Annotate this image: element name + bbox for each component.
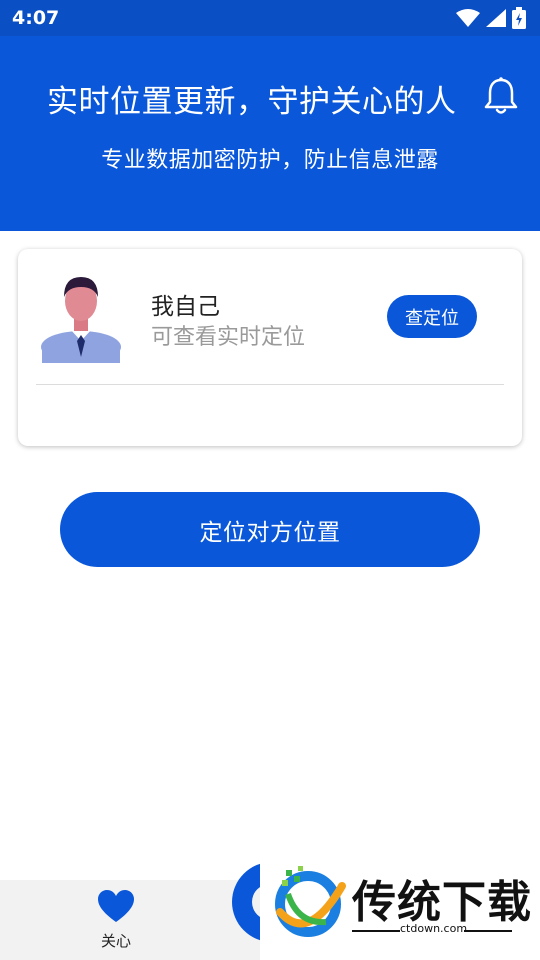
header-subtitle: 专业数据加密防护，防止信息泄露 [101, 148, 439, 173]
avatar [41, 277, 121, 363]
wifi-icon [456, 9, 480, 27]
profile-description: 可查看实时定位 [151, 325, 306, 350]
watermark-url: ctdown.com [400, 922, 468, 935]
nav-item-label: 关心 [100, 932, 131, 950]
watermark-line-right [464, 930, 512, 932]
locate-other-button[interactable]: 定位对方位置 [60, 492, 480, 567]
header-title: 实时位置更新，守护关心的人 [47, 84, 457, 120]
profile-name: 我自己 [151, 294, 220, 320]
status-bar: 4:07 [0, 0, 540, 36]
watermark-line-left [352, 930, 400, 932]
check-location-button[interactable]: 查定位 [387, 295, 477, 338]
status-time: 4:07 [12, 7, 60, 29]
watermark-brand: 传统下载 [352, 877, 532, 928]
app-screen: 4:07 实时位置更新，守护关心的人 专业数据加密防护，防止信息泄露 我自己 可… [0, 0, 540, 960]
nav-item-care[interactable]: 关心 [80, 890, 152, 952]
header-banner: 实时位置更新，守护关心的人 专业数据加密防护，防止信息泄露 [0, 36, 540, 231]
watermark: 传统下载 ctdown.com [260, 856, 540, 960]
ctdown-logo-icon [275, 866, 346, 937]
battery-charging-icon [512, 7, 526, 29]
heart-icon [98, 890, 134, 922]
signal-icon [486, 9, 506, 27]
card-divider [36, 384, 504, 385]
bell-icon[interactable] [482, 76, 520, 116]
profile-card: 我自己 可查看实时定位 查定位 [18, 249, 522, 446]
status-icons [456, 7, 526, 29]
